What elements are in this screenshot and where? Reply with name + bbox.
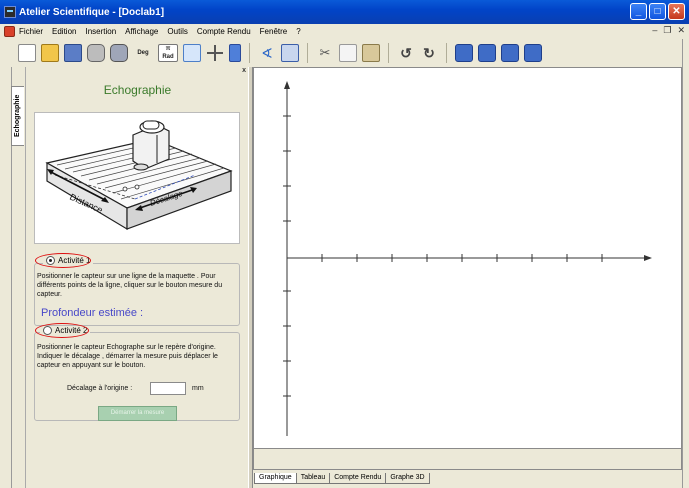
offset-input[interactable] [150, 382, 186, 395]
start-measure-button[interactable]: Démarrer la mesure [98, 406, 177, 421]
panel-title: Echographie [103, 83, 172, 97]
tab-graphe-3d[interactable]: Graphe 3D [385, 473, 430, 484]
menu-fichier[interactable]: Fichier [19, 27, 43, 36]
menu-help[interactable]: ? [296, 27, 300, 36]
window-layout-3-icon[interactable] [501, 44, 519, 62]
doc-minimize-icon[interactable]: – [652, 25, 657, 36]
cut-icon[interactable]: ✂ [316, 44, 334, 62]
radian-mode-button[interactable]: π Rad [158, 44, 178, 62]
print-icon[interactable] [87, 44, 105, 62]
toolbar-separator [249, 43, 250, 63]
activity1-instructions: Positionner le capteur sur une ligne de … [37, 273, 223, 298]
pi-symbol: π [165, 46, 171, 52]
toolbar-separator [388, 43, 389, 63]
copy-icon[interactable] [339, 44, 357, 62]
close-button[interactable]: ✕ [668, 3, 685, 20]
y-axis-arrow [284, 81, 290, 89]
menu-insertion[interactable]: Insertion [85, 27, 116, 36]
window-title: Atelier Scientifique - [Doclab1] [19, 6, 165, 18]
activity2-instructions: Positionner le capteur Echographe sur le… [37, 344, 218, 369]
window-layout-2-icon[interactable] [478, 44, 496, 62]
tab-tableau[interactable]: Tableau [295, 473, 331, 484]
print-preview-icon[interactable] [110, 44, 128, 62]
paste-icon[interactable] [362, 44, 380, 62]
degree-mode-button[interactable]: Deg [133, 44, 153, 62]
book-icon[interactable] [229, 44, 241, 62]
activity2-highlight [35, 323, 89, 338]
redo-icon[interactable]: ↻ [420, 44, 438, 62]
window-right-edge [682, 39, 689, 488]
toolbar-separator [307, 43, 308, 63]
title-bar: Atelier Scientifique - [Doclab1] _ □ ✕ [0, 0, 689, 24]
x-axis-arrow [644, 255, 652, 261]
new-document-icon[interactable] [18, 44, 36, 62]
rad-label: Rad [162, 54, 174, 60]
tab-graphique[interactable]: Graphique [254, 473, 297, 484]
window-layout-4-icon[interactable] [524, 44, 542, 62]
save-icon[interactable] [64, 44, 82, 62]
select-tool-icon[interactable] [281, 44, 299, 62]
minimize-button[interactable]: _ [630, 3, 647, 20]
side-tab-echographie[interactable]: Echographie [11, 86, 24, 146]
grid-icon[interactable] [183, 44, 201, 62]
crosshair-icon[interactable] [206, 44, 224, 62]
doc-restore-icon[interactable]: ❐ [663, 25, 671, 36]
toolbar: Deg π Rad ∢ ✂ ↺ ↻ [0, 39, 689, 67]
open-folder-icon[interactable] [41, 44, 59, 62]
panel-close-icon[interactable]: x [242, 67, 246, 74]
offset-unit: mm [192, 385, 204, 392]
graph-axes [283, 81, 652, 436]
ultrasound-model-drawing: Distance Décalage [45, 120, 233, 231]
menu-compte-rendu[interactable]: Compte Rendu [197, 27, 251, 36]
view-tabs: Graphique Tableau Compte Rendu Graphe 3D [254, 473, 430, 484]
angle-tool-icon[interactable]: ∢ [258, 44, 276, 62]
offset-label: Décalage à l'origine : [67, 385, 133, 392]
document-window-controls: – ❐ ✕ [652, 25, 685, 36]
menu-bar: Fichier Edition Insertion Affichage Outi… [0, 24, 689, 39]
window-controls: _ □ ✕ [630, 3, 685, 20]
document-icon[interactable] [4, 26, 15, 37]
window-layout-1-icon[interactable] [455, 44, 473, 62]
graph-scroll-strip [253, 449, 682, 458]
menu-edition[interactable]: Edition [52, 27, 76, 36]
toolbar-separator [446, 43, 447, 63]
graph-area[interactable] [253, 67, 682, 449]
graph-status-strip [253, 458, 682, 470]
echographie-panel: x Echographie Distance Décalage Activité… [25, 67, 248, 488]
tab-compte-rendu[interactable]: Compte Rendu [329, 473, 387, 484]
menu-fenetre[interactable]: Fenêtre [260, 27, 288, 36]
activity1-highlight [35, 253, 91, 268]
estimated-depth-label: Profondeur estimée : [41, 307, 144, 319]
maximize-button[interactable]: □ [649, 3, 666, 20]
app-icon [4, 6, 16, 18]
menu-affichage[interactable]: Affichage [125, 27, 158, 36]
undo-icon[interactable]: ↺ [397, 44, 415, 62]
doc-close-icon[interactable]: ✕ [677, 25, 685, 36]
menu-outils[interactable]: Outils [167, 27, 187, 36]
ultrasound-model-illustration: Distance Décalage [34, 112, 240, 244]
